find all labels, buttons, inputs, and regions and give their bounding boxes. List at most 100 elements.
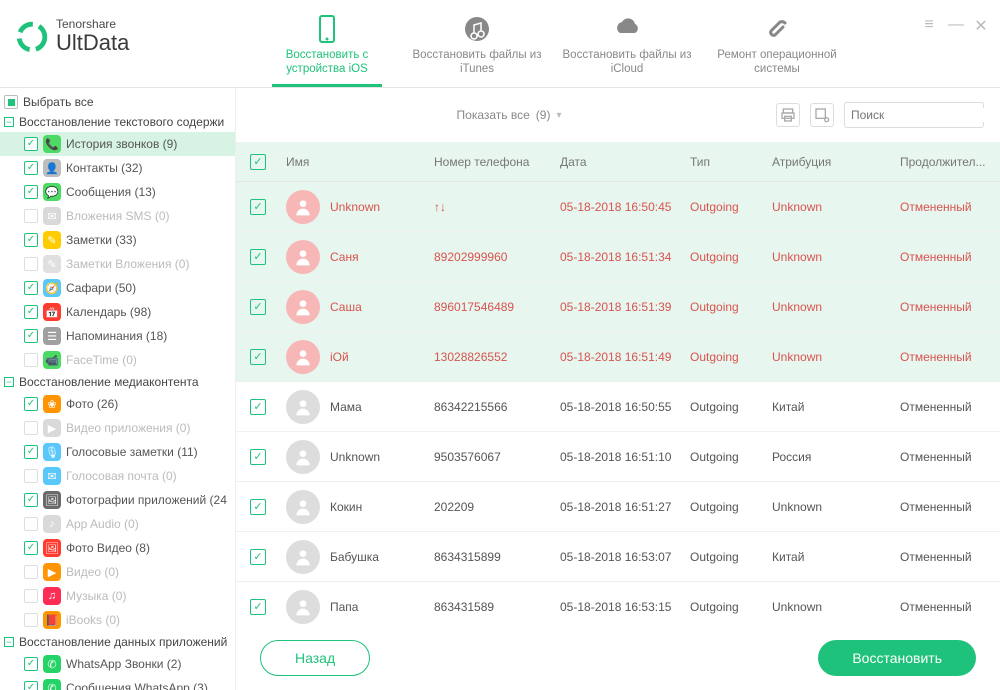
row-checkbox[interactable] <box>250 549 266 565</box>
table-row[interactable]: Бабушка 8634315899 05-18-2018 16:53:07 O… <box>236 532 1000 582</box>
row-checkbox[interactable] <box>250 599 266 615</box>
table-row[interactable]: Саша 896017546489 05-18-2018 16:51:39 Ou… <box>236 282 1000 332</box>
back-button[interactable]: Назад <box>260 640 370 676</box>
checkbox[interactable] <box>24 137 38 151</box>
sidebar-section[interactable]: − Восстановление данных приложений <box>0 632 235 652</box>
sidebar-item[interactable]: ♫ Музыка (0) <box>0 584 235 608</box>
row-checkbox[interactable] <box>250 399 266 415</box>
checkbox[interactable] <box>24 589 38 603</box>
col-phone[interactable]: Номер телефона <box>434 155 560 169</box>
checkbox[interactable] <box>24 185 38 199</box>
category-icon: ✉ <box>43 207 61 225</box>
settings-button[interactable] <box>810 103 834 127</box>
sidebar-item[interactable]: 📞 История звонков (9) <box>0 132 235 156</box>
main-tab[interactable]: Восстановить файлы из iCloud <box>552 8 702 87</box>
cell-date: 05-18-2018 16:51:34 <box>560 250 690 264</box>
table-row[interactable]: Unknown ↑↓ 05-18-2018 16:50:45 Outgoing … <box>236 182 1000 232</box>
checkbox[interactable] <box>24 281 38 295</box>
collapse-icon[interactable]: − <box>4 377 14 387</box>
sidebar-item[interactable]: 📅 Календарь (98) <box>0 300 235 324</box>
checkbox[interactable] <box>24 161 38 175</box>
table-row[interactable]: iOй 13028826552 05-18-2018 16:51:49 Outg… <box>236 332 1000 382</box>
col-type[interactable]: Тип <box>690 155 772 169</box>
table-row[interactable]: Саня 89202999960 05-18-2018 16:51:34 Out… <box>236 232 1000 282</box>
cell-date: 05-18-2018 16:53:15 <box>560 600 690 614</box>
sidebar-item[interactable]: ✉ Голосовая почта (0) <box>0 464 235 488</box>
row-checkbox[interactable] <box>250 299 266 315</box>
checkbox[interactable] <box>24 209 38 223</box>
checkbox[interactable] <box>24 353 38 367</box>
checkbox[interactable] <box>24 517 38 531</box>
checkbox[interactable] <box>24 469 38 483</box>
print-button[interactable] <box>776 103 800 127</box>
checkbox[interactable] <box>24 541 38 555</box>
sidebar-item[interactable]: ✎ Заметки Вложения (0) <box>0 252 235 276</box>
checkbox[interactable] <box>24 397 38 411</box>
col-dur[interactable]: Продолжител... <box>900 155 986 169</box>
sidebar[interactable]: Выбрать все − Восстановление текстового … <box>0 88 236 690</box>
select-all-row[interactable]: Выбрать все <box>0 92 235 112</box>
sidebar-item[interactable]: ✎ Заметки (33) <box>0 228 235 252</box>
checkbox[interactable] <box>24 257 38 271</box>
sidebar-item[interactable]: 👤 Контакты (32) <box>0 156 235 180</box>
sidebar-item[interactable]: 🧭 Сафари (50) <box>0 276 235 300</box>
col-name[interactable]: Имя <box>286 155 434 169</box>
sidebar-item[interactable]: 📹 FaceTime (0) <box>0 348 235 372</box>
checkbox[interactable] <box>24 613 38 627</box>
sidebar-item[interactable]: 🖼 Фото Видео (8) <box>0 536 235 560</box>
main-tab[interactable]: Восстановить с устройства iOS <box>252 8 402 87</box>
row-checkbox[interactable] <box>250 199 266 215</box>
row-checkbox[interactable] <box>250 249 266 265</box>
table-row[interactable]: Unknown 9503576067 05-18-2018 16:51:10 O… <box>236 432 1000 482</box>
sidebar-item[interactable]: ✉ Вложения SMS (0) <box>0 204 235 228</box>
checkbox[interactable] <box>24 657 38 671</box>
checkbox[interactable] <box>24 445 38 459</box>
sidebar-item-label: Фото (26) <box>66 397 229 411</box>
search-box[interactable] <box>844 102 984 128</box>
recover-button[interactable]: Восстановить <box>818 640 976 676</box>
filter-dropdown[interactable]: Показать все (9) ▾ <box>252 108 766 122</box>
sidebar-item[interactable]: ▶ Видео (0) <box>0 560 235 584</box>
checkbox[interactable] <box>24 233 38 247</box>
sidebar-section[interactable]: − Восстановление медиаконтента <box>0 372 235 392</box>
checkbox[interactable] <box>24 681 38 690</box>
sidebar-item[interactable]: 🎙 Голосовые заметки (11) <box>0 440 235 464</box>
checkbox[interactable] <box>24 493 38 507</box>
row-checkbox[interactable] <box>250 349 266 365</box>
sidebar-item[interactable]: 🖼 Фотографии приложений (24 <box>0 488 235 512</box>
checkbox[interactable] <box>24 565 38 579</box>
checkbox[interactable] <box>4 95 18 109</box>
sidebar-item[interactable]: ✆ WhatsApp Звонки (2) <box>0 652 235 676</box>
row-checkbox[interactable] <box>250 499 266 515</box>
table-row[interactable]: Мама 86342215566 05-18-2018 16:50:55 Out… <box>236 382 1000 432</box>
call-history-table: Имя Номер телефона Дата Тип Атрибуция Пр… <box>236 142 1000 626</box>
checkbox[interactable] <box>24 329 38 343</box>
checkbox[interactable] <box>24 421 38 435</box>
collapse-icon[interactable]: − <box>4 637 14 647</box>
collapse-icon[interactable]: − <box>4 117 14 127</box>
col-attr[interactable]: Атрибуция <box>772 155 900 169</box>
table-row[interactable]: Папа 863431589 05-18-2018 16:53:15 Outgo… <box>236 582 1000 626</box>
col-date[interactable]: Дата <box>560 155 690 169</box>
sidebar-item[interactable]: ✆ Сообщения WhatsApp (3) <box>0 676 235 690</box>
cell-type: Outgoing <box>690 550 772 564</box>
minimize-icon[interactable]: — <box>948 16 962 36</box>
cell-attr: Unknown <box>772 350 900 364</box>
row-checkbox[interactable] <box>250 449 266 465</box>
sidebar-section[interactable]: − Восстановление текстового содержи <box>0 112 235 132</box>
sidebar-item[interactable]: 📕 iBooks (0) <box>0 608 235 632</box>
sidebar-item[interactable]: ▶ Видео приложения (0) <box>0 416 235 440</box>
menu-icon[interactable]: ≡ <box>922 16 936 36</box>
sidebar-item[interactable]: ☰ Напоминания (18) <box>0 324 235 348</box>
sidebar-item[interactable]: ♪ App Audio (0) <box>0 512 235 536</box>
table-row[interactable]: Кокин 202209 05-18-2018 16:51:27 Outgoin… <box>236 482 1000 532</box>
select-all-checkbox[interactable] <box>250 154 266 170</box>
search-input[interactable] <box>851 108 1000 122</box>
main-tab[interactable]: Ремонт операционной системы <box>702 8 852 87</box>
cell-duration: Отмененный <box>900 600 986 614</box>
checkbox[interactable] <box>24 305 38 319</box>
close-icon[interactable]: ✕ <box>974 16 988 36</box>
main-tab[interactable]: Восстановить файлы из iTunes <box>402 8 552 87</box>
sidebar-item[interactable]: 💬 Сообщения (13) <box>0 180 235 204</box>
sidebar-item[interactable]: ❀ Фото (26) <box>0 392 235 416</box>
